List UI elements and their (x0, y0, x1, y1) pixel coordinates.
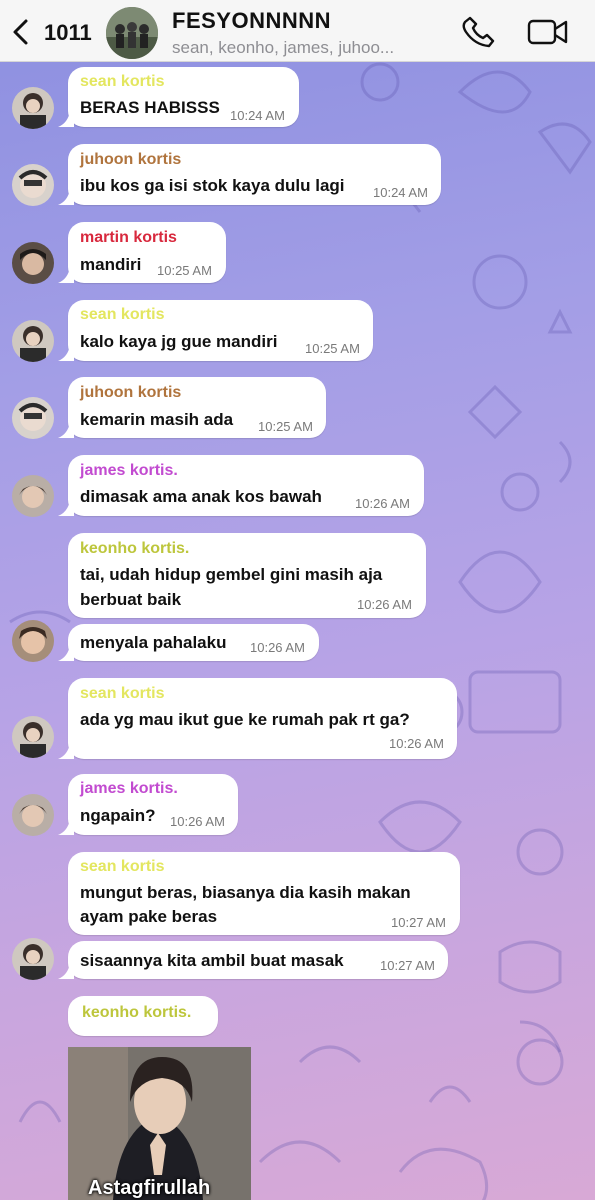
message-time: 10:26 AM (355, 496, 410, 511)
message-text: kemarin masih ada (80, 410, 234, 429)
back-unread-count[interactable]: 1011 (44, 20, 92, 46)
message-time: 10:27 AM (380, 958, 435, 973)
group-avatar[interactable] (106, 7, 158, 59)
message-sender[interactable]: martin kortis (80, 229, 177, 247)
sender-avatar[interactable] (12, 620, 54, 662)
bubble-tail (58, 819, 74, 835)
photo-caption: Astagfirullah (88, 1177, 211, 1199)
message-time: 10:24 AM (373, 185, 428, 200)
bubble-tail (58, 963, 74, 979)
message-sender[interactable]: sean kortis (80, 306, 164, 324)
message-sender[interactable]: keonho kortis. (80, 540, 189, 558)
message-sender[interactable]: juhoon kortis (80, 384, 181, 402)
bubble-tail (58, 422, 74, 438)
message-time: 10:25 AM (258, 419, 313, 434)
bubble-tail (58, 189, 74, 205)
message-time: 10:27 AM (391, 915, 446, 930)
sender-avatar[interactable] (12, 794, 54, 836)
bubble-tail (58, 645, 74, 661)
phone-icon[interactable] (462, 15, 496, 49)
message-sender[interactable]: james kortis. (80, 780, 178, 798)
bubble-tail (58, 267, 74, 283)
group-members[interactable]: sean, keonho, james, juhoo... (172, 38, 452, 58)
message-time: 10:25 AM (157, 263, 212, 278)
sender-avatar[interactable] (12, 716, 54, 758)
message-text-line: berbuat baik (80, 590, 182, 609)
message-sender[interactable]: keonho kortis. (82, 1004, 191, 1022)
chat-header: 1011 FESYONNNNN sean, keonho, james, juh… (0, 0, 595, 62)
bubble-tail (58, 345, 74, 361)
message-text: dimasak ama anak kos bawah (80, 487, 322, 506)
sender-avatar[interactable] (12, 475, 54, 517)
message-sender[interactable]: juhoon kortis (80, 151, 181, 169)
message-time: 10:26 AM (357, 597, 412, 612)
message-text-line: ayam pake beras (80, 907, 218, 926)
bubble-tail (58, 743, 74, 759)
message-sender[interactable]: sean kortis (80, 685, 164, 703)
chevron-left-icon[interactable] (10, 18, 32, 46)
message-text: ibu kos ga isi stok kaya dulu lagi (80, 176, 345, 195)
message-text: sisaannya kita ambil buat masak (80, 951, 344, 970)
sender-avatar[interactable] (12, 938, 54, 980)
sender-avatar[interactable] (12, 242, 54, 284)
sender-avatar[interactable] (12, 164, 54, 206)
message-text: mandiri (80, 255, 142, 274)
message-time: 10:26 AM (389, 736, 444, 751)
video-call-icon[interactable] (527, 16, 569, 48)
message-time: 10:26 AM (250, 640, 305, 655)
message-text: ngapain? (80, 806, 156, 825)
message-sender[interactable]: sean kortis (80, 73, 164, 91)
message-time: 10:25 AM (305, 341, 360, 356)
message-text: menyala pahalaku (80, 633, 227, 652)
sender-avatar[interactable] (12, 87, 54, 129)
sender-avatar[interactable] (12, 320, 54, 362)
message-text: ada yg mau ikut gue ke rumah pak rt ga? (80, 710, 410, 729)
message-time: 10:26 AM (170, 814, 225, 829)
message-sender[interactable]: sean kortis (80, 858, 164, 876)
group-title[interactable]: FESYONNNNN (172, 8, 331, 34)
photo-message[interactable]: Astagfirullah (68, 1047, 251, 1200)
message-sender[interactable]: james kortis. (80, 462, 178, 480)
message-text-line: tai, udah hidup gembel gini masih aja (80, 565, 383, 584)
bubble-tail (58, 111, 74, 127)
bubble-tail (58, 500, 74, 516)
sender-avatar[interactable] (12, 397, 54, 439)
message-text: BERAS HABISSS (80, 98, 220, 117)
message-time: 10:24 AM (230, 108, 285, 123)
message-text: kalo kaya jg gue mandiri (80, 332, 278, 351)
message-text-line: mungut beras, biasanya dia kasih makan (80, 883, 411, 902)
